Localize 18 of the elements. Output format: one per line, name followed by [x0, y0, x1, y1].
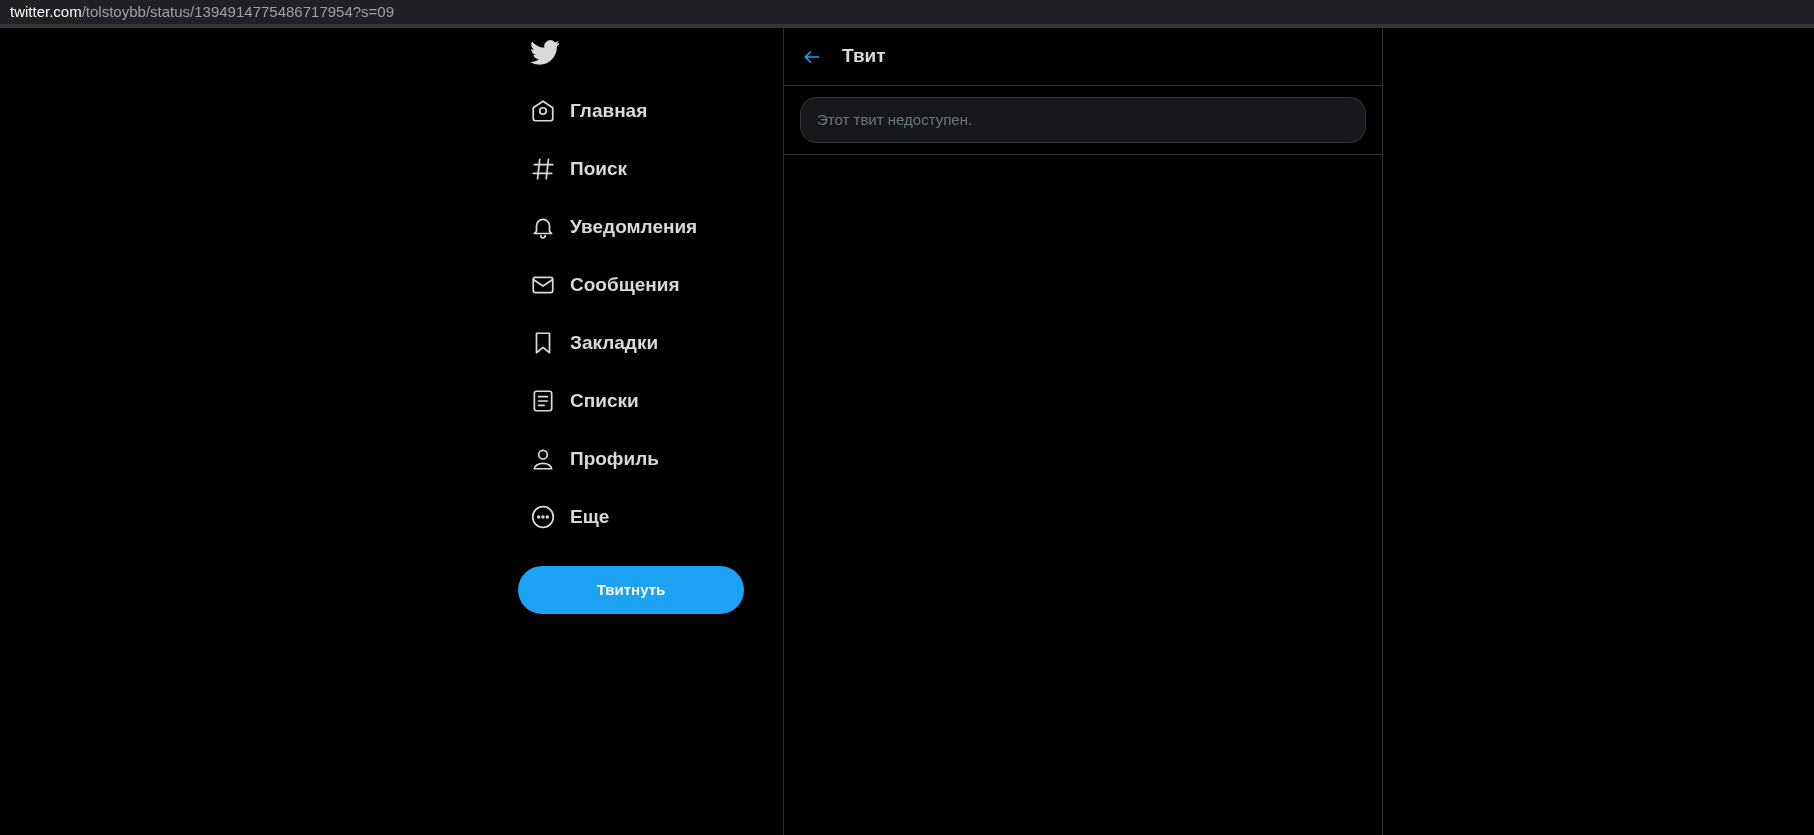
nav-item[interactable]: Уведомления [518, 198, 714, 256]
nav-item[interactable]: Главная [518, 82, 664, 140]
nav-item[interactable]: Закладки [518, 314, 675, 372]
nav-item[interactable]: Профиль [518, 430, 675, 488]
unavailable-notice: Этот твит недоступен. [800, 97, 1366, 143]
hashtag-icon [530, 156, 556, 182]
nav-item[interactable]: Еще [518, 488, 626, 546]
nav-item[interactable]: Сообщения [518, 256, 696, 314]
nav-item[interactable]: Поиск [518, 140, 644, 198]
more-icon [530, 504, 556, 530]
nav-item[interactable]: Списки [518, 372, 655, 430]
list-icon [530, 388, 556, 414]
url-path: /tolstoybb/status/1394914775486717954?s=09 [81, 1, 395, 22]
address-bar[interactable]: twitter.com/tolstoybb/status/1394914775486717954?s=09 [0, 0, 1814, 28]
bird-logo-icon[interactable] [530, 40, 560, 65]
page-title: Твит [842, 44, 886, 69]
url-host: twitter.com [10, 1, 82, 22]
home-icon [530, 98, 556, 124]
